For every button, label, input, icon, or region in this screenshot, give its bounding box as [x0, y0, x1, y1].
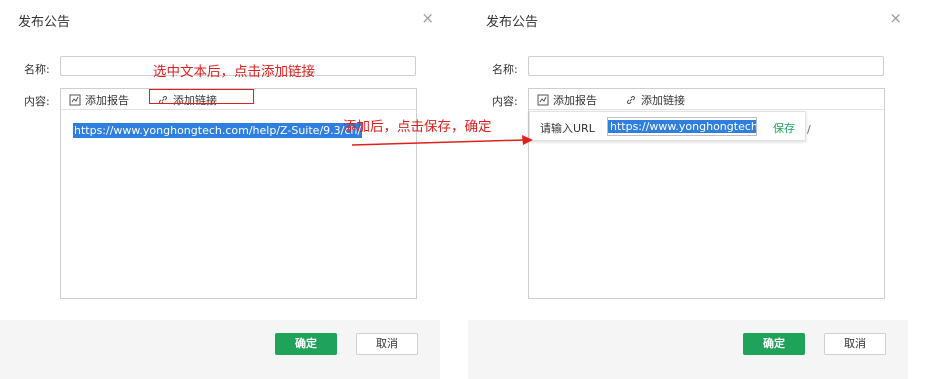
add-report-button[interactable]: 添加报告 [537, 92, 597, 108]
ok-button[interactable]: 确定 [743, 333, 805, 355]
close-icon[interactable]: × [889, 9, 902, 27]
add-link-label: 添加链接 [641, 94, 685, 107]
publish-announcement-dialog-left: 发布公告 × 名称: 内容: 添加报告 添加链接 https://www.yon… [0, 0, 440, 379]
dialog-title-bar: 发布公告 × [468, 0, 908, 40]
name-label: 名称: [492, 63, 518, 76]
add-report-label: 添加报告 [85, 94, 129, 107]
close-icon[interactable]: × [421, 9, 434, 27]
content-label: 内容: [24, 95, 50, 108]
ok-button[interactable]: 确定 [275, 333, 337, 355]
content-label: 内容: [492, 95, 518, 108]
add-report-button[interactable]: 添加报告 [69, 92, 129, 108]
report-icon [537, 94, 549, 106]
name-label: 名称: [24, 63, 50, 76]
name-input[interactable] [528, 56, 884, 76]
dialog-title-bar: 发布公告 × [0, 0, 440, 40]
cancel-button[interactable]: 取消 [356, 333, 418, 355]
editor-text-fragment: / [807, 123, 811, 136]
dialog-footer: 确定 取消 [468, 320, 908, 379]
url-label: 请输入URL [540, 122, 595, 135]
content-editor[interactable]: 添加报告 添加链接 请输入URL https://www.yonghongtec… [528, 88, 885, 299]
dialog-footer: 确定 取消 [0, 320, 440, 379]
add-link-button[interactable]: 添加链接 [625, 92, 685, 108]
add-link-highlight-box [149, 89, 254, 104]
link-icon [626, 95, 636, 105]
save-link-button[interactable]: 保存 [773, 120, 795, 136]
add-report-label: 添加报告 [553, 94, 597, 107]
annotation-step2: 添加后，点击保存，确定 [343, 119, 492, 135]
url-input[interactable]: https://www.yonghongtech.c [607, 117, 757, 136]
publish-announcement-dialog-right: 发布公告 × 名称: 内容: 添加报告 添加链接 请输入URL https://… [468, 0, 908, 379]
selected-url-text[interactable]: https://www.yonghongtech.com/help/Z-Suit… [73, 123, 363, 138]
annotation-step1: 选中文本后，点击添加链接 [153, 64, 315, 80]
cancel-button[interactable]: 取消 [824, 333, 886, 355]
report-icon [69, 94, 81, 106]
url-input-value: https://www.yonghongtech.c [608, 120, 756, 133]
editor-toolbar: 添加报告 添加链接 [529, 89, 884, 110]
url-popup: 请输入URL https://www.yonghongtech.c 保存 [529, 111, 806, 141]
dialog-title: 发布公告 [18, 15, 71, 30]
dialog-title: 发布公告 [486, 15, 539, 30]
